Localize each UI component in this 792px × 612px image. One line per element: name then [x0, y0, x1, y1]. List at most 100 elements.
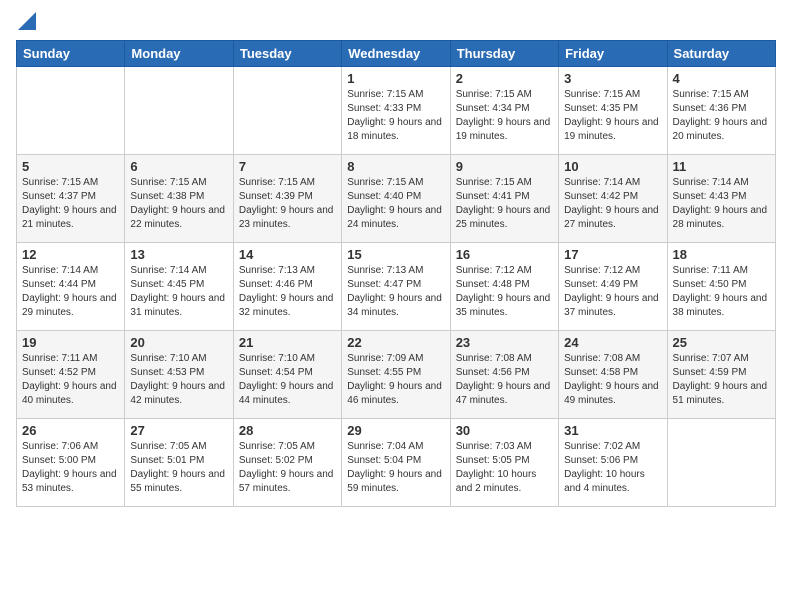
- calendar-cell: 2 Sunrise: 7:15 AMSunset: 4:34 PMDaylight…: [450, 67, 558, 155]
- day-number: 28: [239, 423, 336, 438]
- day-info: Sunrise: 7:12 AMSunset: 4:48 PMDaylight:…: [456, 264, 553, 320]
- day-info: Sunrise: 7:05 AMSunset: 5:01 PMDaylight:…: [130, 440, 227, 496]
- day-info: Sunrise: 7:08 AMSunset: 4:58 PMDaylight:…: [564, 352, 661, 408]
- day-number: 19: [22, 335, 119, 350]
- calendar-cell: 12 Sunrise: 7:14 AMSunset: 4:44 PMDayligh…: [17, 243, 125, 331]
- day-info: Sunrise: 7:03 AMSunset: 5:05 PMDaylight:…: [456, 440, 553, 496]
- day-number: 14: [239, 247, 336, 262]
- day-number: 26: [22, 423, 119, 438]
- logo-icon: [18, 12, 36, 30]
- day-header-friday: Friday: [559, 41, 667, 67]
- calendar-cell: 4Sunrise: 7:15 AMSunset: 4:36 PMDaylight…: [667, 67, 775, 155]
- calendar-cell: [233, 67, 341, 155]
- calendar-cell: 9 Sunrise: 7:15 AMSunset: 4:41 PMDaylight…: [450, 155, 558, 243]
- day-number: 21: [239, 335, 336, 350]
- day-info: Sunrise: 7:13 AMSunset: 4:47 PMDaylight:…: [347, 264, 444, 320]
- day-number: 16: [456, 247, 553, 262]
- day-number: 15: [347, 247, 444, 262]
- day-number: 8: [347, 159, 444, 174]
- day-header-sunday: Sunday: [17, 41, 125, 67]
- day-info: Sunrise: 7:15 AMSunset: 4:33 PMDaylight:…: [347, 88, 444, 144]
- day-number: 12: [22, 247, 119, 262]
- calendar-cell: 16 Sunrise: 7:12 AMSunset: 4:48 PMDayligh…: [450, 243, 558, 331]
- day-number: 25: [673, 335, 770, 350]
- calendar-header-row: SundayMondayTuesdayWednesdayThursdayFrid…: [17, 41, 776, 67]
- day-info: Sunrise: 7:13 AMSunset: 4:46 PMDaylight:…: [239, 264, 336, 320]
- calendar-cell: [125, 67, 233, 155]
- day-info: Sunrise: 7:15 AMSunset: 4:34 PMDaylight:…: [456, 88, 553, 144]
- day-number: 27: [130, 423, 227, 438]
- day-info: Sunrise: 7:11 AMSunset: 4:52 PMDaylight:…: [22, 352, 119, 408]
- calendar-week-3: 12 Sunrise: 7:14 AMSunset: 4:44 PMDayligh…: [17, 243, 776, 331]
- day-info: Sunrise: 7:08 AMSunset: 4:56 PMDaylight:…: [456, 352, 553, 408]
- calendar-cell: 26Sunrise: 7:06 AMSunset: 5:00 PMDayligh…: [17, 419, 125, 507]
- calendar-cell: 1 Sunrise: 7:15 AMSunset: 4:33 PMDaylight…: [342, 67, 450, 155]
- day-header-tuesday: Tuesday: [233, 41, 341, 67]
- day-info: Sunrise: 7:14 AMSunset: 4:45 PMDaylight:…: [130, 264, 227, 320]
- calendar-cell: 11 Sunrise: 7:14 AMSunset: 4:43 PMDayligh…: [667, 155, 775, 243]
- calendar-week-1: 1 Sunrise: 7:15 AMSunset: 4:33 PMDaylight…: [17, 67, 776, 155]
- day-info: Sunrise: 7:10 AMSunset: 4:54 PMDaylight:…: [239, 352, 336, 408]
- day-number: 17: [564, 247, 661, 262]
- calendar-cell: 14 Sunrise: 7:13 AMSunset: 4:46 PMDayligh…: [233, 243, 341, 331]
- day-info: Sunrise: 7:11 AMSunset: 4:50 PMDaylight:…: [673, 264, 770, 320]
- day-number: 10: [564, 159, 661, 174]
- day-info: Sunrise: 7:10 AMSunset: 4:53 PMDaylight:…: [130, 352, 227, 408]
- calendar-cell: 29Sunrise: 7:04 AMSunset: 5:04 PMDayligh…: [342, 419, 450, 507]
- day-number: 22: [347, 335, 444, 350]
- calendar-cell: 24 Sunrise: 7:08 AMSunset: 4:58 PMDayligh…: [559, 331, 667, 419]
- day-number: 1: [347, 71, 444, 86]
- day-number: 9: [456, 159, 553, 174]
- calendar-cell: 3Sunrise: 7:15 AMSunset: 4:35 PMDaylight…: [559, 67, 667, 155]
- calendar-cell: [17, 67, 125, 155]
- day-number: 31: [564, 423, 661, 438]
- page-header: [16, 16, 776, 30]
- day-info: Sunrise: 7:14 AMSunset: 4:43 PMDaylight:…: [673, 176, 770, 232]
- logo: [16, 16, 36, 30]
- day-number: 20: [130, 335, 227, 350]
- day-number: 7: [239, 159, 336, 174]
- calendar-cell: 22Sunrise: 7:09 AMSunset: 4:55 PMDayligh…: [342, 331, 450, 419]
- day-info: Sunrise: 7:15 AMSunset: 4:35 PMDaylight:…: [564, 88, 661, 144]
- day-number: 2: [456, 71, 553, 86]
- calendar-cell: 31 Sunrise: 7:02 AMSunset: 5:06 PMDayligh…: [559, 419, 667, 507]
- calendar-cell: 20 Sunrise: 7:10 AMSunset: 4:53 PMDayligh…: [125, 331, 233, 419]
- day-number: 23: [456, 335, 553, 350]
- calendar-cell: 21 Sunrise: 7:10 AMSunset: 4:54 PMDayligh…: [233, 331, 341, 419]
- day-header-saturday: Saturday: [667, 41, 775, 67]
- day-info: Sunrise: 7:15 AMSunset: 4:38 PMDaylight:…: [130, 176, 227, 232]
- calendar-cell: 19 Sunrise: 7:11 AMSunset: 4:52 PMDayligh…: [17, 331, 125, 419]
- day-info: Sunrise: 7:12 AMSunset: 4:49 PMDaylight:…: [564, 264, 661, 320]
- day-info: Sunrise: 7:15 AMSunset: 4:41 PMDaylight:…: [456, 176, 553, 232]
- day-number: 30: [456, 423, 553, 438]
- day-info: Sunrise: 7:07 AMSunset: 4:59 PMDaylight:…: [673, 352, 770, 408]
- day-header-monday: Monday: [125, 41, 233, 67]
- calendar-cell: [667, 419, 775, 507]
- calendar-week-2: 5Sunrise: 7:15 AMSunset: 4:37 PMDaylight…: [17, 155, 776, 243]
- calendar-cell: 7 Sunrise: 7:15 AMSunset: 4:39 PMDaylight…: [233, 155, 341, 243]
- calendar-week-5: 26Sunrise: 7:06 AMSunset: 5:00 PMDayligh…: [17, 419, 776, 507]
- calendar-cell: 8 Sunrise: 7:15 AMSunset: 4:40 PMDaylight…: [342, 155, 450, 243]
- day-number: 24: [564, 335, 661, 350]
- day-info: Sunrise: 7:15 AMSunset: 4:40 PMDaylight:…: [347, 176, 444, 232]
- day-number: 5: [22, 159, 119, 174]
- calendar-week-4: 19 Sunrise: 7:11 AMSunset: 4:52 PMDayligh…: [17, 331, 776, 419]
- day-info: Sunrise: 7:02 AMSunset: 5:06 PMDaylight:…: [564, 440, 661, 496]
- calendar-cell: 23 Sunrise: 7:08 AMSunset: 4:56 PMDayligh…: [450, 331, 558, 419]
- calendar-cell: 13Sunrise: 7:14 AMSunset: 4:45 PMDayligh…: [125, 243, 233, 331]
- day-number: 11: [673, 159, 770, 174]
- calendar-cell: 27 Sunrise: 7:05 AMSunset: 5:01 PMDayligh…: [125, 419, 233, 507]
- day-info: Sunrise: 7:15 AMSunset: 4:39 PMDaylight:…: [239, 176, 336, 232]
- day-header-wednesday: Wednesday: [342, 41, 450, 67]
- day-info: Sunrise: 7:15 AMSunset: 4:36 PMDaylight:…: [673, 88, 770, 144]
- day-info: Sunrise: 7:14 AMSunset: 4:44 PMDaylight:…: [22, 264, 119, 320]
- day-info: Sunrise: 7:14 AMSunset: 4:42 PMDaylight:…: [564, 176, 661, 232]
- calendar-cell: 5Sunrise: 7:15 AMSunset: 4:37 PMDaylight…: [17, 155, 125, 243]
- day-info: Sunrise: 7:05 AMSunset: 5:02 PMDaylight:…: [239, 440, 336, 496]
- day-header-thursday: Thursday: [450, 41, 558, 67]
- calendar-cell: 18Sunrise: 7:11 AMSunset: 4:50 PMDayligh…: [667, 243, 775, 331]
- calendar-cell: 28 Sunrise: 7:05 AMSunset: 5:02 PMDayligh…: [233, 419, 341, 507]
- day-number: 6: [130, 159, 227, 174]
- calendar-cell: 25 Sunrise: 7:07 AMSunset: 4:59 PMDayligh…: [667, 331, 775, 419]
- calendar-cell: 30 Sunrise: 7:03 AMSunset: 5:05 PMDayligh…: [450, 419, 558, 507]
